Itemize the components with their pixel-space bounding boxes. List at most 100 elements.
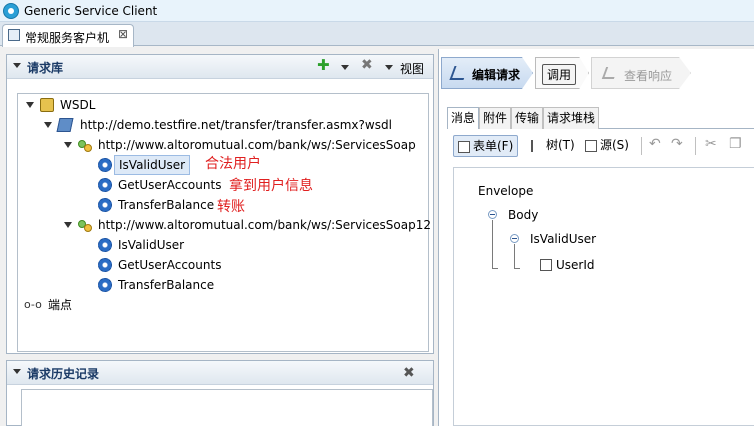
window-title: Generic Service Client	[24, 4, 158, 18]
view-menu-button[interactable]: 视图	[400, 60, 424, 77]
close-icon[interactable]: ✖	[403, 365, 415, 381]
tree-connector	[514, 268, 520, 269]
tree-node-endpoint[interactable]: o-o 端点	[24, 296, 104, 314]
panel-header: 请求历史记录 ✖	[7, 361, 433, 385]
request-tree: WSDL http://demo.testfire.net/transfer/t…	[17, 93, 431, 352]
tree-node-wsdl-url[interactable]: http://demo.testfire.net/transfer/transf…	[44, 116, 414, 134]
tree-label: TransferBalance	[118, 278, 215, 292]
expand-icon[interactable]	[64, 222, 72, 228]
tree-node-wsdl[interactable]: WSDL	[26, 96, 226, 114]
tree-label: 端点	[48, 298, 73, 312]
collapse-operation-icon[interactable]	[510, 234, 519, 243]
view-response-step: 查看响应	[591, 57, 691, 89]
plus-icon[interactable]: ✚	[317, 56, 330, 74]
annotation-valid-user: 合法用户	[205, 156, 261, 172]
tree-node-operation[interactable]: TransferBalance	[98, 196, 228, 214]
expand-icon[interactable]	[44, 122, 52, 128]
panel-title: 请求历史记录	[27, 367, 100, 381]
tree-label: IsValidUser	[114, 155, 191, 175]
undo-icon[interactable]: ↶	[649, 136, 661, 152]
tree-label: WSDL	[60, 98, 96, 112]
title-bar: Generic Service Client	[0, 0, 754, 22]
tree-node-operation[interactable]: GetUserAccounts	[98, 176, 228, 194]
tab-transport[interactable]: 传输	[511, 107, 544, 129]
panel-title: 请求库	[27, 61, 64, 75]
collapse-body-icon[interactable]	[488, 210, 497, 219]
invoke-step[interactable]: 调用	[535, 57, 589, 89]
gear-icon	[98, 158, 112, 172]
tree-node-binding-soap12[interactable]: http://www.altoromutual.com/bank/ws/:Ser…	[64, 216, 431, 234]
request-editor: 编辑请求 调用 查看响应 消息 附件 传输 请求堆栈 表单(F) 树(T) 源(…	[438, 49, 754, 426]
binding-port-icon	[84, 224, 92, 232]
app-icon	[3, 3, 19, 19]
tab-attachments[interactable]: 附件	[479, 107, 512, 129]
chevron-down-icon[interactable]	[341, 65, 349, 70]
tree-view-button[interactable]: 树(T)	[527, 135, 579, 157]
delete-icon[interactable]: ✖	[361, 57, 373, 73]
tree-node-operation[interactable]: IsValidUser	[98, 155, 218, 175]
redo-icon[interactable]: ↷	[671, 136, 683, 152]
annotation-transfer: 转账	[217, 199, 245, 215]
cut-icon[interactable]: ✂	[705, 136, 717, 152]
service-client-icon	[8, 29, 20, 41]
copy-icon[interactable]: ❐	[729, 136, 742, 152]
expand-icon[interactable]	[64, 142, 72, 148]
wsdl-document-icon	[56, 118, 74, 132]
tree-label: http://www.altoromutual.com/bank/ws/:Ser…	[98, 138, 416, 152]
tree-label: GetUserAccounts	[118, 258, 222, 272]
source-icon	[585, 139, 597, 152]
view-menu-chevron-icon[interactable]	[385, 65, 393, 70]
gear-icon	[98, 258, 112, 272]
form-view-label: 表单(F)	[473, 139, 514, 153]
node-operation: IsValidUser	[530, 232, 597, 246]
tab-request-stack[interactable]: 请求堆栈	[543, 107, 600, 129]
tree-node-operation[interactable]: TransferBalance	[98, 276, 228, 294]
history-list	[21, 389, 433, 426]
tree-icon	[531, 139, 543, 152]
expand-icon[interactable]	[26, 102, 34, 108]
message-form: Envelope Body IsValidUser UserId	[453, 167, 754, 426]
tree-label: TransferBalance	[118, 198, 215, 212]
toolbar-separator	[641, 137, 642, 155]
tree-label: GetUserAccounts	[118, 178, 222, 192]
view-toolbar: 表单(F) 树(T) 源(S) ↶ ↷ ✂ ❐	[453, 135, 754, 159]
field-userid: UserId	[556, 258, 595, 272]
toolbar-separator	[695, 137, 696, 155]
tree-node-binding-soap[interactable]: http://www.altoromutual.com/bank/ws/:Ser…	[64, 136, 424, 154]
gear-icon	[98, 178, 112, 192]
tree-label: http://www.altoromutual.com/bank/ws/:Ser…	[98, 218, 431, 232]
tab-label: 常规服务客户机	[25, 31, 110, 45]
tree-node-operation[interactable]: GetUserAccounts	[98, 256, 228, 274]
gear-icon	[98, 278, 112, 292]
tab-generic-service-client[interactable]: 常规服务客户机 ⊠	[2, 24, 134, 47]
node-envelope: Envelope	[478, 184, 534, 198]
collapse-icon[interactable]	[13, 63, 21, 68]
editor-tab-strip: 常规服务客户机 ⊠	[0, 22, 754, 47]
source-view-label: 源(S)	[600, 138, 629, 152]
tree-node-operation[interactable]: IsValidUser	[98, 236, 218, 254]
view-response-label: 查看响应	[624, 69, 673, 83]
wsdl-folder-icon	[40, 98, 54, 112]
edit-request-label: 编辑请求	[472, 68, 521, 82]
tab-message[interactable]: 消息	[447, 107, 480, 129]
invoke-button[interactable]: 调用	[542, 64, 577, 85]
edit-request-step[interactable]: 编辑请求	[441, 57, 533, 89]
annotation-get-user-info: 拿到用户信息	[229, 178, 313, 194]
tree-label: IsValidUser	[118, 238, 185, 252]
tree-connector	[492, 220, 493, 268]
node-body: Body	[508, 208, 539, 222]
tree-connector	[492, 268, 498, 269]
message-subtabs: 消息 附件 传输 请求堆栈	[447, 107, 754, 129]
edit-request-icon	[449, 66, 469, 80]
close-icon[interactable]: ⊠	[118, 27, 128, 41]
userid-checkbox[interactable]	[540, 259, 552, 271]
collapse-icon[interactable]	[13, 369, 21, 374]
form-view-button[interactable]: 表单(F)	[453, 135, 519, 157]
view-response-icon	[601, 67, 619, 79]
source-view-button[interactable]: 源(S)	[581, 135, 633, 157]
request-history-panel: 请求历史记录 ✖	[6, 360, 434, 426]
gear-icon	[98, 198, 112, 212]
panel-header: 请求库 ✚ ✖ 视图	[7, 55, 433, 79]
gear-icon	[98, 238, 112, 252]
binding-port-icon	[84, 144, 92, 152]
